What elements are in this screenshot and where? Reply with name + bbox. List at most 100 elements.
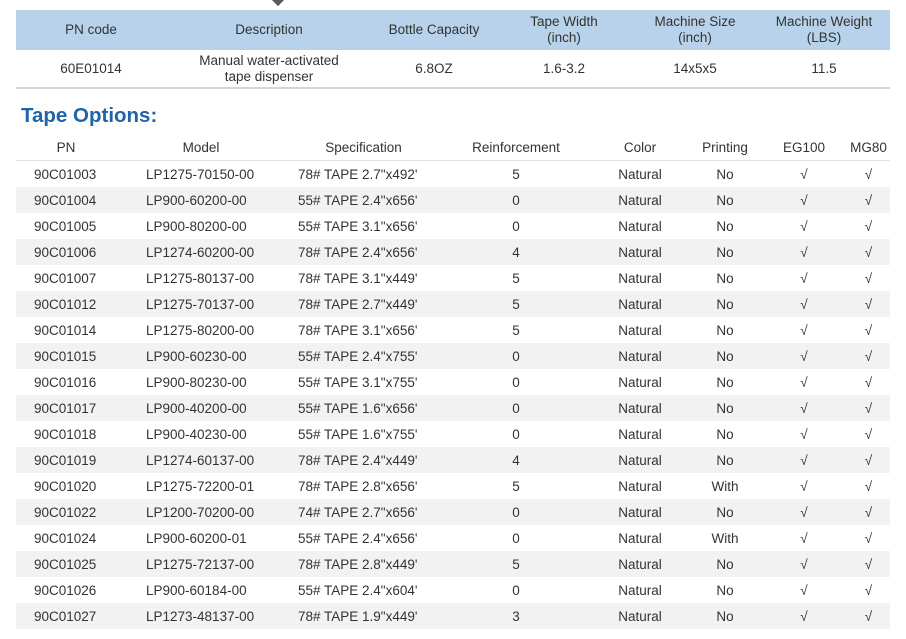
cell-reinforcement: 0 (512, 400, 520, 416)
spec-header-description: Description (235, 22, 303, 37)
cell-printing: No (716, 400, 734, 416)
cell-reinforcement: 0 (512, 218, 520, 234)
cell-eg100-check: √ (800, 452, 808, 468)
tape-options-table: PN Model Specification Reinforcement Col… (16, 134, 890, 629)
cell-pn: 90C01017 (34, 400, 97, 416)
table-row: 90C01004 LP900-60200-00 55# TAPE 2.4"x656'… (16, 187, 890, 213)
cell-color: Natural (618, 296, 662, 312)
cell-mg80-check: √ (864, 322, 873, 338)
cell-color: Natural (618, 608, 662, 624)
cell-specification: 55# TAPE 2.4"x755' (298, 348, 418, 364)
cell-color: Natural (618, 374, 662, 390)
options-header-pn: PN (16, 134, 116, 161)
cell-pn: 90C01015 (34, 348, 97, 364)
cell-specification: 78# TAPE 2.7"x492' (298, 166, 418, 182)
cell-color: Natural (618, 426, 662, 442)
cell-mg80-check: √ (864, 296, 873, 312)
cell-printing: No (716, 504, 734, 520)
cell-printing: No (716, 244, 734, 260)
cell-color: Natural (618, 452, 662, 468)
cell-specification: 55# TAPE 2.4"x604' (298, 582, 418, 598)
cell-model: LP1275-80200-00 (146, 322, 255, 338)
cell-eg100-check: √ (800, 582, 808, 598)
cell-printing: No (716, 166, 734, 182)
table-row: 90C01012 LP1275-70137-00 78# TAPE 2.7"x449… (16, 291, 890, 317)
cell-model: LP900-60200-00 (146, 192, 247, 208)
spec-header-row: PN code Description Bottle Capacity Tape… (16, 10, 890, 50)
table-row: 90C01015 LP900-60230-00 55# TAPE 2.4"x755'… (16, 343, 890, 369)
table-row: 90C01014 LP1275-80200-00 78# TAPE 3.1"x656… (16, 317, 890, 343)
cell-pn: 90C01018 (34, 426, 97, 442)
cell-pn: 90C01019 (34, 452, 97, 468)
cell-reinforcement: 5 (512, 322, 520, 338)
spec-bottle-capacity: 6.8OZ (372, 50, 496, 89)
table-row: 90C01025 LP1275-72137-00 78# TAPE 2.8"x449… (16, 551, 890, 577)
cell-pn: 90C01006 (34, 244, 97, 260)
cell-reinforcement: 5 (512, 270, 520, 286)
options-header-color: Color (591, 134, 689, 161)
cell-pn: 90C01014 (34, 322, 97, 338)
cell-specification: 55# TAPE 2.4"x656' (298, 530, 418, 546)
cell-printing: No (716, 348, 734, 364)
cell-eg100-check: √ (800, 322, 808, 338)
cell-mg80-check: √ (864, 582, 873, 598)
cell-color: Natural (618, 244, 662, 260)
cell-pn: 90C01024 (34, 530, 97, 546)
table-row: 90C01024 LP900-60200-01 55# TAPE 2.4"x656'… (16, 525, 890, 551)
cell-color: Natural (618, 348, 662, 364)
tape-options-title: Tape Options: (21, 104, 158, 127)
cell-specification: 78# TAPE 3.1"x449' (298, 270, 418, 286)
cell-model: LP1274-60200-00 (146, 244, 255, 260)
spec-header-machine-size: Machine Size (inch) (654, 14, 736, 45)
cell-model: LP900-80200-00 (146, 218, 247, 234)
cell-printing: No (716, 426, 734, 442)
cell-reinforcement: 4 (512, 452, 520, 468)
cell-pn: 90C01025 (34, 556, 97, 572)
spec-machine-size: 14x5x5 (632, 50, 758, 89)
table-row: 90C01026 LP900-60184-00 55# TAPE 2.4"x604'… (16, 577, 890, 603)
cell-pn: 90C01027 (34, 608, 97, 624)
cell-color: Natural (618, 322, 662, 338)
cell-model: LP1275-70137-00 (146, 296, 255, 312)
cell-color: Natural (618, 582, 662, 598)
options-header-eg100: EG100 (761, 134, 847, 161)
spec-description: Manual water-activated tape dispenser (166, 50, 372, 89)
options-header-printing: Printing (689, 134, 761, 161)
cell-model: LP1275-70150-00 (146, 166, 255, 182)
table-row: 90C01016 LP900-80230-00 55# TAPE 3.1"x755'… (16, 369, 890, 395)
cell-reinforcement: 0 (512, 426, 520, 442)
cell-color: Natural (618, 478, 662, 494)
cell-mg80-check: √ (864, 426, 873, 442)
cell-model: LP1200-70200-00 (146, 504, 255, 520)
cell-mg80-check: √ (864, 374, 873, 390)
cell-eg100-check: √ (800, 530, 808, 546)
cell-eg100-check: √ (800, 400, 808, 416)
product-spec-table: PN code Description Bottle Capacity Tape… (16, 10, 890, 89)
cell-reinforcement: 5 (512, 166, 520, 182)
cell-mg80-check: √ (864, 192, 873, 208)
cell-color: Natural (618, 556, 662, 572)
table-row: 90C01005 LP900-80200-00 55# TAPE 3.1"x656'… (16, 213, 890, 239)
cell-specification: 78# TAPE 2.8"x449' (298, 556, 418, 572)
table-row: 90C01018 LP900-40230-00 55# TAPE 1.6"x755'… (16, 421, 890, 447)
cell-pn: 90C01004 (34, 192, 97, 208)
cell-model: LP1275-80137-00 (146, 270, 255, 286)
cell-mg80-check: √ (864, 244, 873, 260)
cell-model: LP1275-72200-01 (146, 478, 255, 494)
cell-mg80-check: √ (864, 530, 873, 546)
options-header-specification: Specification (286, 134, 441, 161)
cell-printing: No (716, 608, 734, 624)
cell-model: LP900-40230-00 (146, 426, 247, 442)
cell-model: LP900-80230-00 (146, 374, 247, 390)
cell-pn: 90C01016 (34, 374, 97, 390)
cell-printing: No (716, 374, 734, 390)
spec-header-bottle-capacity: Bottle Capacity (388, 22, 480, 37)
cell-color: Natural (618, 270, 662, 286)
cell-printing: No (716, 192, 734, 208)
cell-eg100-check: √ (800, 374, 808, 390)
cell-mg80-check: √ (864, 478, 873, 494)
cell-mg80-check: √ (864, 218, 873, 234)
cell-reinforcement: 0 (512, 582, 520, 598)
cell-eg100-check: √ (800, 218, 808, 234)
cell-mg80-check: √ (864, 166, 873, 182)
